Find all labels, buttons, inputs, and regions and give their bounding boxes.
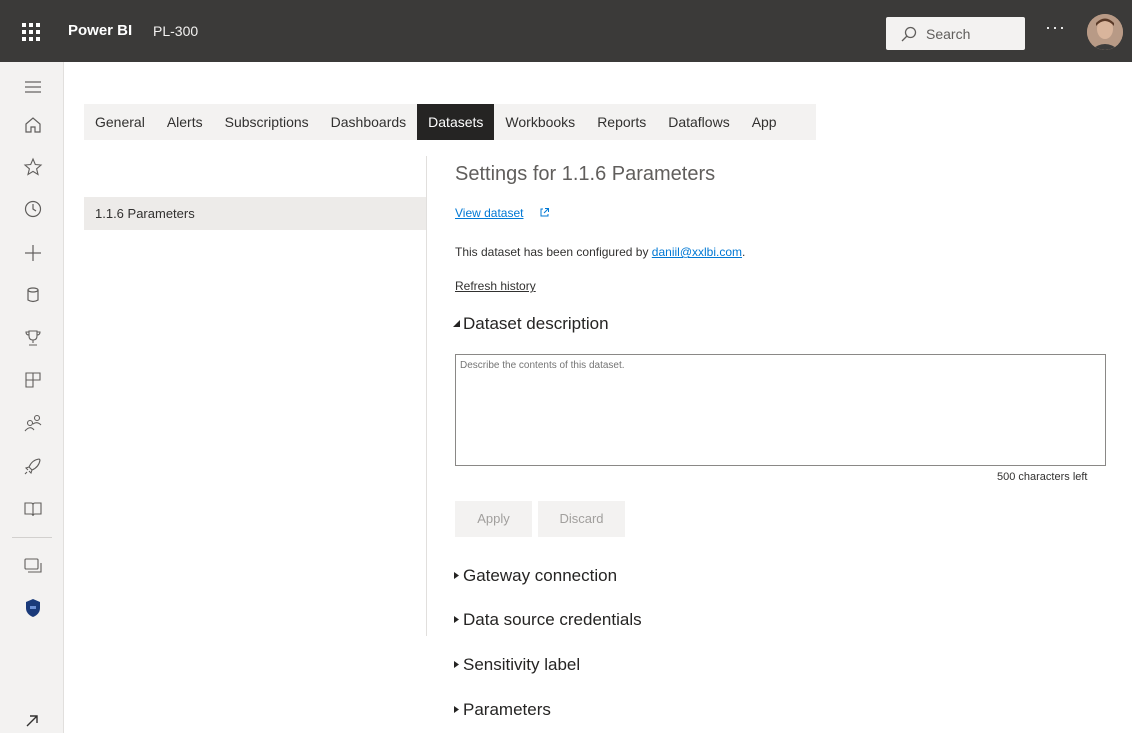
- dataset-list-item[interactable]: 1.1.6 Parameters: [84, 197, 426, 230]
- parameters-label: Parameters: [463, 700, 551, 719]
- data-source-credentials-label: Data source credentials: [463, 610, 642, 629]
- hamburger-icon[interactable]: [22, 76, 44, 98]
- tab-app[interactable]: App: [741, 104, 788, 140]
- star-icon[interactable]: [22, 156, 44, 178]
- more-options-button[interactable]: ···: [1045, 17, 1066, 38]
- sensitivity-label-label: Sensitivity label: [463, 655, 581, 674]
- caret-right-icon: [454, 616, 459, 623]
- avatar[interactable]: [1087, 14, 1123, 50]
- app-name[interactable]: Power BI: [68, 22, 132, 39]
- apps-icon[interactable]: [22, 369, 44, 391]
- tab-workbooks[interactable]: Workbooks: [494, 104, 586, 140]
- rocket-icon[interactable]: [22, 455, 44, 477]
- refresh-history-link[interactable]: Refresh history: [455, 279, 536, 293]
- caret-right-icon: [454, 572, 459, 579]
- clock-icon[interactable]: [22, 198, 44, 220]
- database-icon[interactable]: [22, 284, 44, 306]
- characters-left: 500 characters left: [997, 471, 1088, 483]
- book-icon[interactable]: [22, 498, 44, 520]
- tab-reports[interactable]: Reports: [586, 104, 657, 140]
- gateway-connection-label: Gateway connection: [463, 566, 618, 585]
- dataset-description-header[interactable]: Dataset description: [452, 314, 609, 334]
- configured-suffix: .: [742, 245, 746, 259]
- tab-dataflows[interactable]: Dataflows: [657, 104, 740, 140]
- tab-subscriptions[interactable]: Subscriptions: [214, 104, 320, 140]
- data-source-credentials-header[interactable]: Data source credentials: [452, 610, 642, 630]
- caret-right-icon: [454, 661, 459, 668]
- trophy-icon[interactable]: [22, 327, 44, 349]
- home-icon[interactable]: [22, 114, 44, 136]
- tab-alerts[interactable]: Alerts: [156, 104, 214, 140]
- view-dataset-link[interactable]: View dataset: [455, 206, 524, 220]
- discard-button[interactable]: Discard: [538, 501, 625, 537]
- external-link-icon[interactable]: [539, 207, 550, 218]
- tab-general[interactable]: General: [84, 104, 156, 140]
- search-icon: [901, 26, 917, 42]
- configured-prefix: This dataset has been configured by: [455, 245, 652, 259]
- expand-icon[interactable]: [24, 713, 40, 729]
- caret-down-icon: [453, 320, 460, 327]
- configured-email-link[interactable]: daniil@xxlbi.com: [652, 245, 742, 259]
- dataset-description-input[interactable]: [455, 354, 1106, 466]
- configured-by-text: This dataset has been configured by dani…: [455, 245, 745, 259]
- shield-icon[interactable]: [22, 597, 44, 619]
- search-label: Search: [926, 26, 971, 42]
- tab-dashboards[interactable]: Dashboards: [320, 104, 418, 140]
- left-navigation: [0, 62, 64, 733]
- nav-divider: [12, 537, 52, 538]
- search-box[interactable]: Search: [886, 17, 1025, 50]
- dataset-description-label: Dataset description: [463, 314, 609, 333]
- caret-right-icon: [454, 706, 459, 713]
- workspace-name[interactable]: PL-300: [153, 23, 198, 39]
- sensitivity-label-header[interactable]: Sensitivity label: [452, 655, 580, 675]
- workspaces-icon[interactable]: [22, 554, 44, 576]
- apply-button[interactable]: Apply: [455, 501, 532, 537]
- tab-datasets[interactable]: Datasets: [417, 104, 495, 140]
- top-bar: Power BI PL-300 Search ···: [0, 0, 1132, 62]
- plus-icon[interactable]: [22, 242, 44, 264]
- panel-divider: [426, 156, 427, 636]
- people-icon[interactable]: [22, 412, 44, 434]
- waffle-icon[interactable]: [22, 23, 40, 41]
- parameters-header[interactable]: Parameters: [452, 700, 551, 720]
- gateway-connection-header[interactable]: Gateway connection: [452, 566, 617, 586]
- settings-tabs: General Alerts Subscriptions Dashboards …: [84, 104, 816, 140]
- settings-title: Settings for 1.1.6 Parameters: [455, 163, 716, 185]
